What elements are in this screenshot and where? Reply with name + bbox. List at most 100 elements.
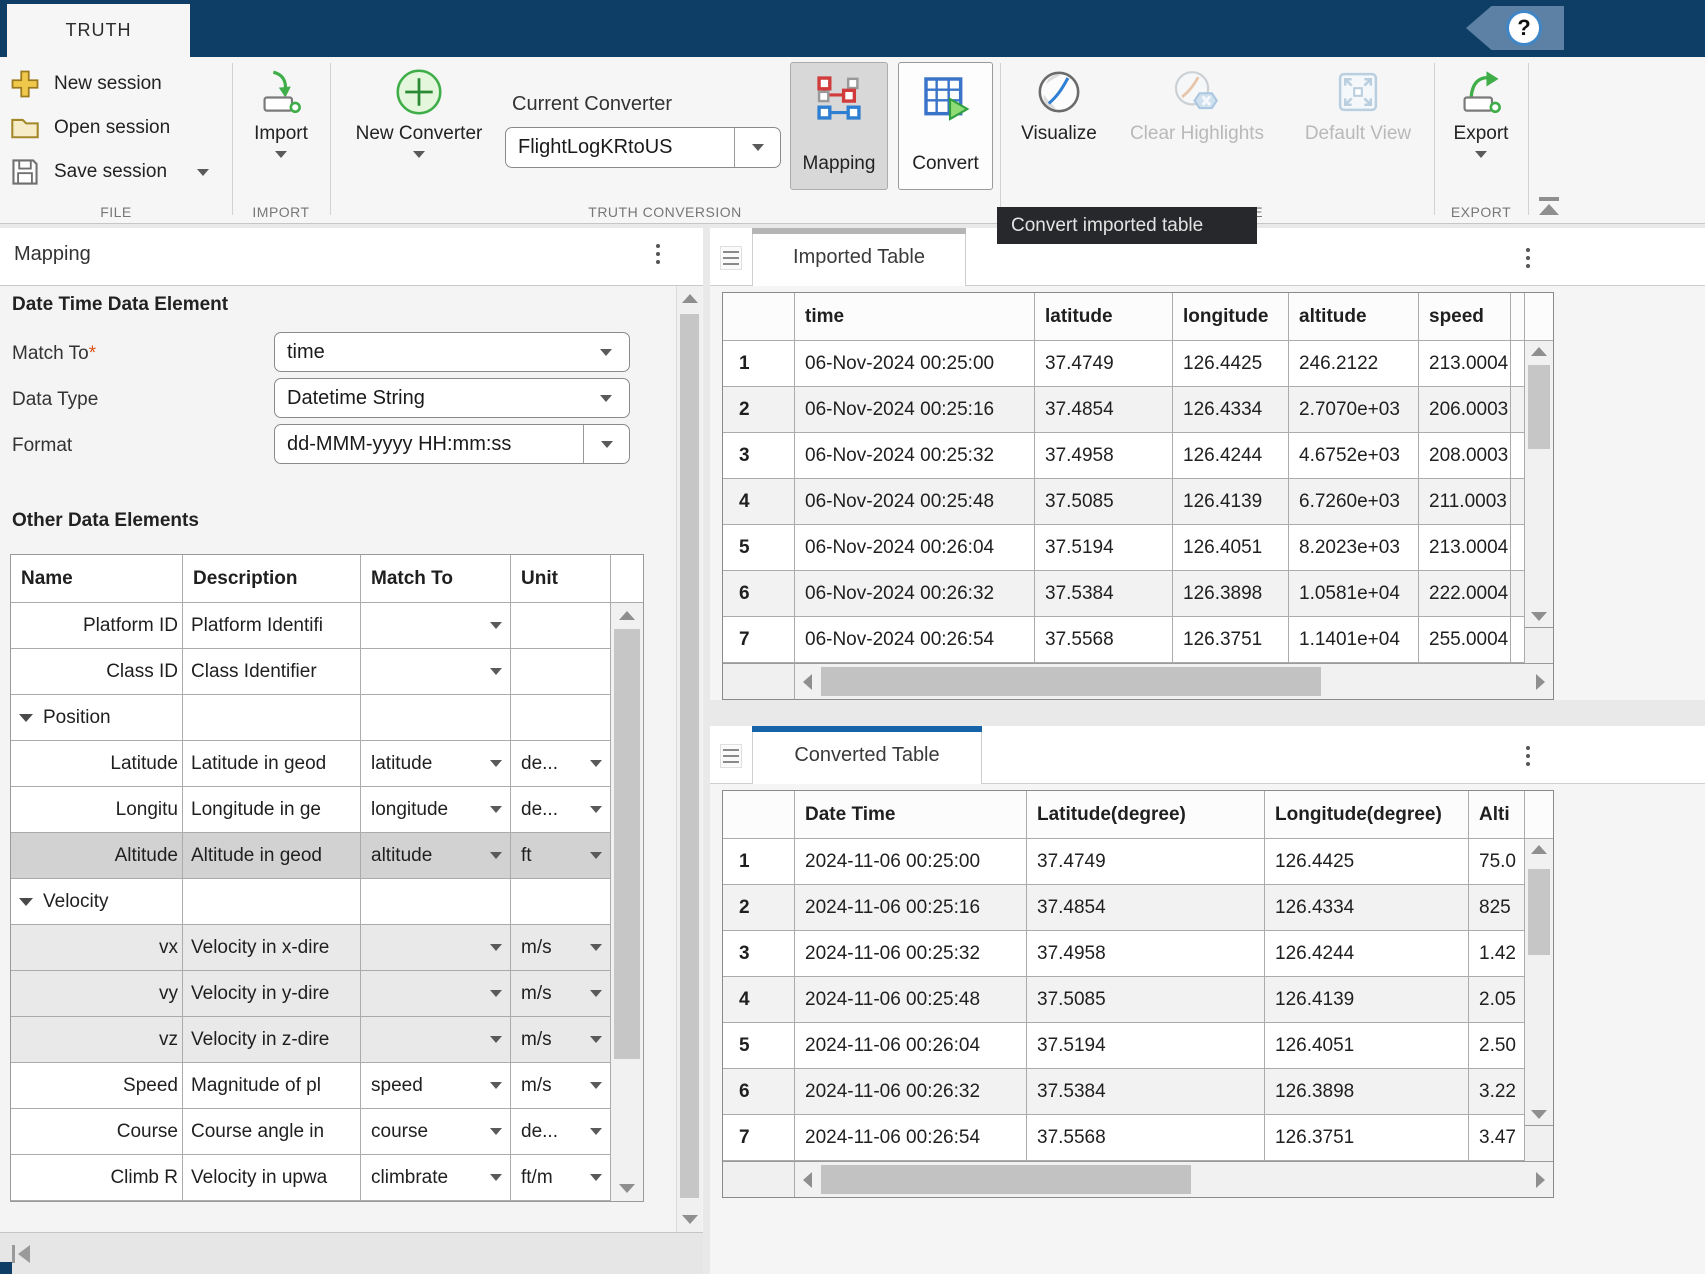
row-description-cell[interactable]: Velocity in x-dire [183,925,361,971]
column-header[interactable]: altitude [1289,293,1419,341]
chevron-down-icon[interactable] [490,1036,502,1043]
match-to-cell-dropdown[interactable] [361,1017,511,1063]
table-cell[interactable]: 213.0004 [1419,341,1511,387]
scroll-right-icon[interactable] [1536,674,1545,690]
corner-header-cell[interactable] [723,293,795,341]
table-cell[interactable]: 2024-11-06 00:25:00 [795,839,1027,885]
row-number[interactable]: 6 [723,1069,795,1115]
chevron-down-icon[interactable] [490,806,502,813]
table-cell[interactable]: 2024-11-06 00:25:32 [795,931,1027,977]
scrollbar-thumb[interactable] [821,1165,1191,1194]
table-horizontal-scrollbar[interactable] [723,663,1553,699]
group-row-name[interactable]: Velocity [11,879,183,925]
table-cell[interactable]: 6.7260e+03 [1289,479,1419,525]
unit-cell-dropdown[interactable]: m/s [511,1063,611,1109]
drag-handle-icon[interactable] [720,246,742,270]
chevron-down-icon[interactable] [490,944,502,951]
table-cell[interactable]: 37.5568 [1027,1115,1265,1161]
match-to-cell-dropdown[interactable] [361,925,511,971]
chevron-down-icon[interactable] [734,128,780,167]
table-cell[interactable]: 2024-11-06 00:26:54 [795,1115,1027,1161]
column-header[interactable]: Match To [361,555,511,603]
save-session-button[interactable]: Save session [10,155,209,189]
chevron-down-icon[interactable] [197,169,209,176]
table-cell[interactable]: 37.5085 [1035,479,1173,525]
table-cell[interactable]: 37.5384 [1035,571,1173,617]
scroll-left-icon[interactable] [803,674,812,690]
chevron-down-icon[interactable] [590,1036,602,1043]
chevron-down-icon[interactable] [590,852,602,859]
table-cell[interactable]: 126.4334 [1173,387,1289,433]
table-cell[interactable] [183,879,361,925]
match-to-cell-dropdown[interactable]: course [361,1109,511,1155]
column-header[interactable]: Date Time [795,791,1027,839]
row-name-cell[interactable]: Speed [11,1063,183,1109]
ribbon-tab-truth[interactable]: TRUTH [7,4,190,57]
table-cell[interactable]: 37.5384 [1027,1069,1265,1115]
collapse-arrow-icon[interactable] [19,714,33,722]
panel-menu-icon[interactable] [656,244,660,264]
column-header[interactable]: Latitude(degree) [1027,791,1265,839]
table-cell[interactable]: 06-Nov-2024 00:25:32 [795,433,1035,479]
export-button[interactable]: Export [1444,69,1518,158]
table-cell[interactable]: 06-Nov-2024 00:26:54 [795,617,1035,663]
table-cell[interactable]: 3.22 [1469,1069,1525,1115]
row-name-cell[interactable]: Class ID [11,649,183,695]
scrollbar-thumb[interactable] [614,629,640,1059]
row-name-cell[interactable]: vz [11,1017,183,1063]
row-description-cell[interactable]: Class Identifier [183,649,361,695]
row-number[interactable]: 7 [723,1115,795,1161]
table-cell[interactable]: 126.4425 [1265,839,1469,885]
row-number[interactable]: 5 [723,525,795,571]
row-description-cell[interactable]: Velocity in z-dire [183,1017,361,1063]
row-number[interactable]: 4 [723,479,795,525]
mapping-button[interactable]: Mapping [790,62,888,190]
chevron-down-icon[interactable] [590,1174,602,1181]
table-cell[interactable]: 2.05 [1469,977,1525,1023]
data-type-dropdown[interactable]: Datetime String [274,378,630,418]
scroll-up-icon[interactable] [1531,845,1547,854]
row-name-cell[interactable]: Latitude [11,741,183,787]
unit-cell-dropdown[interactable]: ft/m [511,1155,611,1201]
scroll-up-icon[interactable] [1531,347,1547,356]
table-cell[interactable]: 1.42 [1469,931,1525,977]
row-number[interactable]: 7 [723,617,795,663]
table-cell[interactable]: 126.4051 [1265,1023,1469,1069]
chevron-down-icon[interactable] [490,668,502,675]
match-to-cell-dropdown[interactable]: altitude [361,833,511,879]
spacer-cell[interactable] [1511,525,1525,571]
unit-cell-dropdown[interactable]: ft [511,833,611,879]
collapse-arrow-icon[interactable] [19,898,33,906]
new-converter-button[interactable]: New Converter [345,67,493,158]
column-header[interactable]: Unit [511,555,611,603]
drag-handle-icon[interactable] [720,744,742,768]
chevron-down-icon[interactable] [490,622,502,629]
table-cell[interactable]: 1.1401e+04 [1289,617,1419,663]
unit-cell-dropdown[interactable] [511,649,611,695]
chevron-down-icon[interactable] [490,1128,502,1135]
clear-highlights-button[interactable]: Clear Highlights [1112,69,1282,145]
chevron-down-icon[interactable] [490,990,502,997]
table-cell[interactable]: 06-Nov-2024 00:25:00 [795,341,1035,387]
scroll-up-icon[interactable] [682,294,698,303]
row-name-cell[interactable]: Platform ID [11,603,183,649]
row-number[interactable]: 2 [723,387,795,433]
table-cell[interactable] [183,695,361,741]
spacer-cell[interactable] [1511,433,1525,479]
mapping-panel-scrollbar[interactable] [676,286,702,1232]
match-to-cell-dropdown[interactable]: speed [361,1063,511,1109]
row-description-cell[interactable]: Velocity in upwa [183,1155,361,1201]
match-to-dropdown[interactable]: time [274,332,630,372]
match-to-cell-dropdown[interactable] [361,603,511,649]
table-cell[interactable]: 37.4749 [1027,839,1265,885]
chevron-down-icon[interactable] [413,151,425,158]
convert-button[interactable]: Convert [898,62,993,190]
table-cell[interactable]: 06-Nov-2024 00:26:32 [795,571,1035,617]
unit-cell-dropdown[interactable]: m/s [511,1017,611,1063]
row-number[interactable]: 3 [723,433,795,479]
import-button[interactable]: Import [244,69,318,158]
scroll-down-icon[interactable] [1531,612,1547,621]
row-number[interactable]: 5 [723,1023,795,1069]
match-to-cell-dropdown[interactable] [361,649,511,695]
table-cell[interactable]: 222.0004 [1419,571,1511,617]
